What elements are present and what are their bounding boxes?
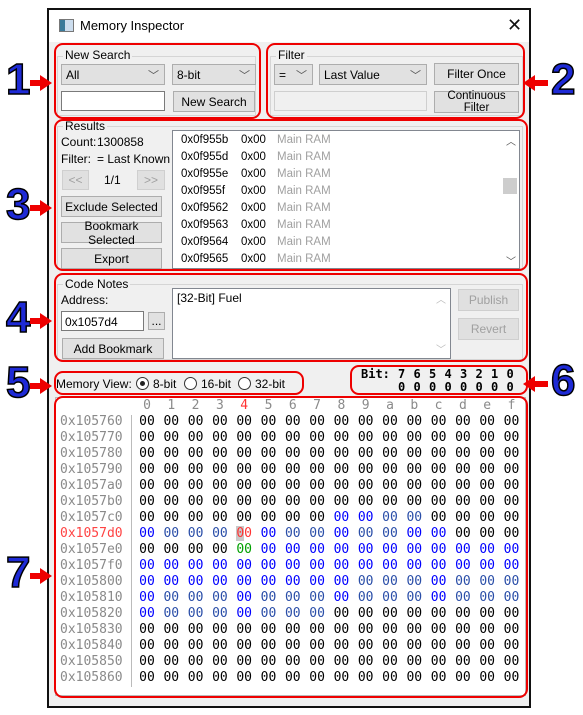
annotation-box-5 — [54, 371, 304, 395]
annotation-box-6 — [350, 365, 528, 395]
arrow-right-icon — [40, 200, 52, 216]
annotation-box-3 — [54, 119, 528, 271]
annotation-box-2 — [266, 43, 525, 119]
annotation-number: 5 — [5, 357, 31, 408]
annotation-number: 1 — [5, 54, 31, 105]
arrow-right-icon — [40, 568, 52, 584]
arrow-right-icon — [40, 378, 52, 394]
annotation-number: 3 — [5, 179, 31, 230]
arrow-right-icon — [40, 313, 52, 329]
arrow-right-icon — [40, 75, 52, 91]
annotation-box-1 — [54, 43, 261, 119]
content: New Search All ﹀ 8-bit ﹀ New Search Filter… — [0, 0, 583, 715]
annotation-box-7 — [54, 396, 528, 698]
annotation-number: 7 — [5, 547, 31, 598]
arrow-left-icon — [534, 80, 548, 86]
annotation-number: 2 — [550, 54, 576, 105]
annotation-box-4 — [54, 273, 528, 362]
arrow-left-icon — [534, 381, 548, 387]
annotation-number: 4 — [5, 292, 31, 343]
annotation-number: 6 — [550, 355, 576, 406]
